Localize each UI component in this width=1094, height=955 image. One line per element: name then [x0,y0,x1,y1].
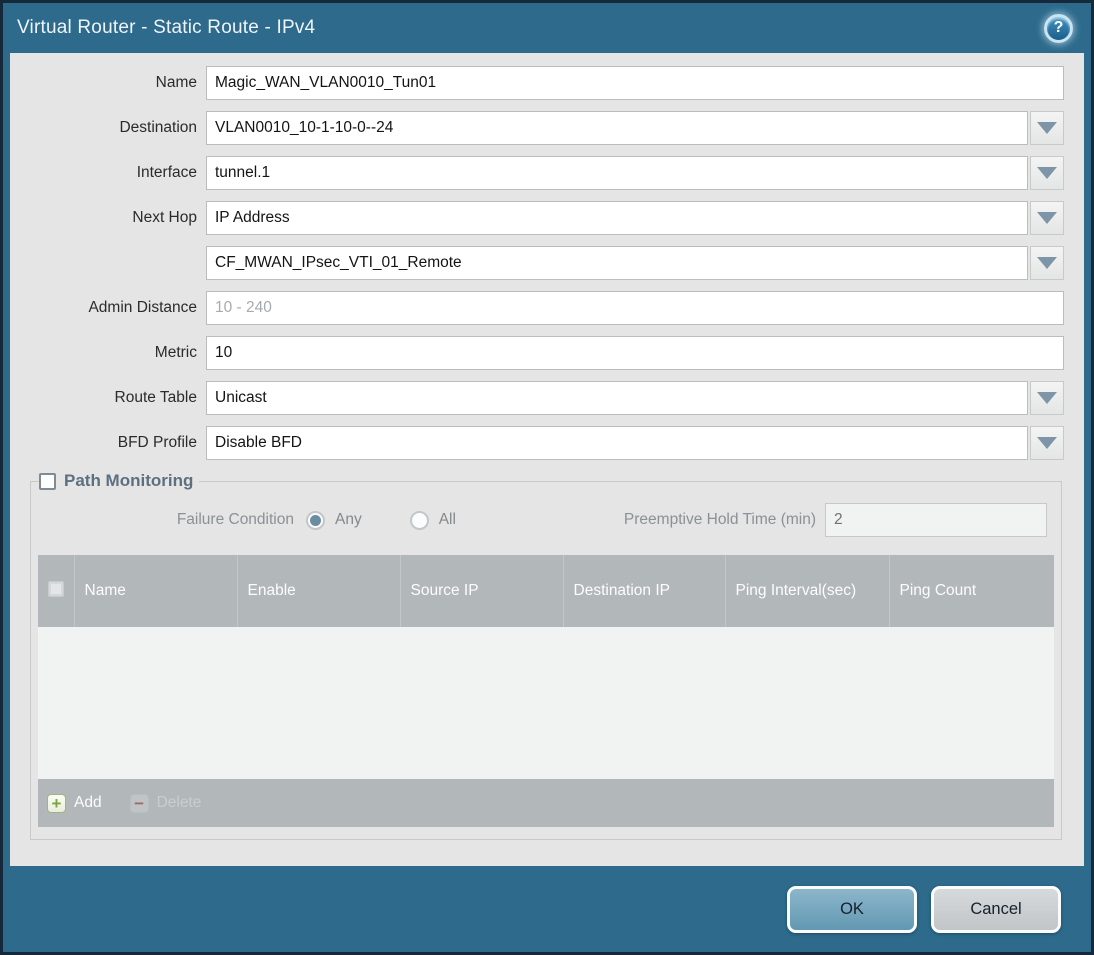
failure-condition-label: Failure Condition [176,511,294,528]
cancel-button[interactable]: Cancel [931,885,1061,933]
plus-icon: + [47,793,66,813]
table-header-row: Name Enable Source IP Destination IP Pin… [38,555,1054,627]
select-all-checkbox[interactable] [48,580,64,597]
failure-condition-radio-group: Any All [306,510,494,530]
interface-dropdown-button[interactable] [1030,156,1064,190]
dialog-window: Virtual Router - Static Route - IPv4 ? N… [0,0,1094,955]
delete-button-label: Delete [156,794,202,811]
path-monitoring-section: Path Monitoring Failure Condition Any Al… [30,471,1062,840]
chevron-down-icon [1037,437,1057,449]
failure-condition-all-radio[interactable] [409,510,429,530]
failure-condition-row: Failure Condition Any All Preemptive Hol… [38,503,1054,537]
next-hop-type-dropdown-button[interactable] [1030,201,1064,235]
route-table-dropdown-button[interactable] [1030,381,1064,415]
column-header-source-ip[interactable]: Source IP [400,555,564,627]
help-icon[interactable]: ? [1044,13,1073,43]
column-header-ping-count[interactable]: Ping Count [889,555,1054,627]
path-monitoring-title: Path Monitoring [64,471,194,490]
minus-icon: − [129,793,149,813]
column-header-enable[interactable]: Enable [237,555,401,627]
form-content: Name Destination Interface [10,53,1084,866]
bfd-profile-label: BFD Profile [117,434,197,451]
table-button-bar: + Add − Delete [38,779,1054,827]
column-header-destination-ip[interactable]: Destination IP [563,555,726,627]
dialog-body: Name Destination Interface [3,53,1091,866]
destination-input[interactable] [206,111,1028,145]
select-all-header-cell [38,555,75,627]
dialog-title: Virtual Router - Static Route - IPv4 [17,17,316,38]
form-row-metric: Metric [10,336,1084,370]
add-button-label: Add [74,794,102,811]
add-button[interactable]: + Add [47,793,102,813]
form-row-interface: Interface [10,156,1084,190]
form-row-name: Name [10,66,1084,100]
metric-input[interactable] [206,336,1064,370]
column-header-name[interactable]: Name [74,555,238,627]
failure-condition-any-label: Any [335,511,362,528]
destination-label: Destination [119,119,197,136]
route-table-label: Route Table [114,389,197,406]
metric-label: Metric [154,344,197,361]
chevron-down-icon [1037,167,1057,179]
preemptive-hold-time-input[interactable] [825,503,1047,537]
interface-input[interactable] [206,156,1028,190]
next-hop-address-input[interactable] [206,246,1028,280]
failure-condition-all-label: All [438,511,456,528]
destination-dropdown-button[interactable] [1030,111,1064,145]
name-input[interactable] [206,66,1064,100]
bfd-profile-dropdown-button[interactable] [1030,426,1064,460]
column-header-ping-interval[interactable]: Ping Interval(sec) [725,555,890,627]
admin-distance-input[interactable] [206,291,1064,325]
chevron-down-icon [1037,392,1057,404]
form-row-destination: Destination [10,111,1084,145]
dialog-footer: OK Cancel [3,866,1091,952]
form-row-admin-distance: Admin Distance [10,291,1084,325]
next-hop-label: Next Hop [132,209,197,226]
chevron-down-icon [1037,122,1057,134]
title-bar: Virtual Router - Static Route - IPv4 ? [3,3,1091,53]
path-monitoring-legend: Path Monitoring [39,471,199,491]
chevron-down-icon [1037,257,1057,269]
bfd-profile-input[interactable] [206,426,1028,460]
route-table-input[interactable] [206,381,1028,415]
form-row-bfd-profile: BFD Profile [10,426,1084,460]
delete-button[interactable]: − Delete [129,793,202,813]
name-label: Name [155,74,197,91]
next-hop-address-dropdown-button[interactable] [1030,246,1064,280]
admin-distance-label: Admin Distance [88,299,197,316]
ok-button[interactable]: OK [787,885,917,933]
next-hop-type-input[interactable] [206,201,1028,235]
path-monitoring-table: Name Enable Source IP Destination IP Pin… [38,555,1054,627]
chevron-down-icon [1037,212,1057,224]
form-row-next-hop-address [10,246,1084,280]
failure-condition-any-radio[interactable] [306,510,325,530]
preemptive-hold-time-label: Preemptive Hold Time (min) [623,511,816,528]
interface-label: Interface [136,164,197,181]
form-row-route-table: Route Table [10,381,1084,415]
form-row-next-hop: Next Hop [10,201,1084,235]
path-monitoring-checkbox[interactable] [39,472,56,490]
radio-selected-dot [310,514,321,526]
table-empty-body [38,627,1054,779]
